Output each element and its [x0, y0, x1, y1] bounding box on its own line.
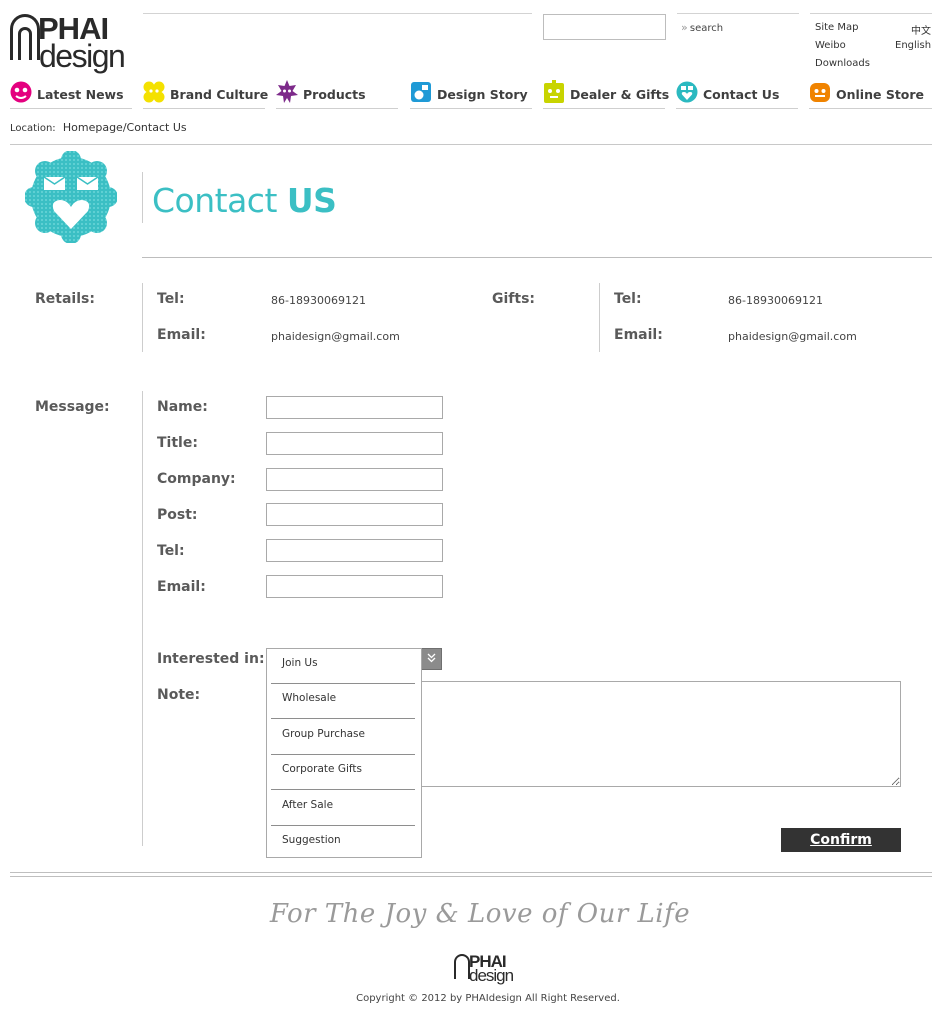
breadcrumb-label: Location: — [10, 123, 56, 134]
footer-slogan: For The Joy & Love of Our Life — [269, 899, 691, 929]
footer-logo[interactable]: PHAI design — [454, 953, 518, 988]
retails-tel-value: 86-18930069121 — [271, 294, 366, 307]
retails-label: Retails: — [35, 291, 95, 307]
message-divider — [142, 391, 143, 846]
downloads-link[interactable]: Downloads — [815, 58, 870, 69]
message-label: Message: — [35, 399, 110, 415]
email-label: Email: — [157, 579, 206, 595]
nav-label: Dealer & Gifts — [570, 87, 670, 102]
dropdown-option-group-purchase[interactable]: Group Purchase — [271, 720, 415, 755]
gifts-divider — [599, 283, 600, 352]
header-divider — [677, 13, 799, 14]
page-title: Contact US — [152, 181, 337, 220]
gifts-tel-value: 86-18930069121 — [728, 294, 823, 307]
nav-label: Latest News — [37, 87, 124, 102]
nav-design-story[interactable]: Design Story — [410, 80, 532, 109]
contact-badge-icon — [24, 150, 118, 244]
nav-brand-culture[interactable]: Brand Culture — [143, 80, 269, 109]
retails-email-value[interactable]: phaidesign@gmail.com — [271, 330, 400, 343]
weibo-link[interactable]: Weibo — [815, 40, 846, 51]
nav-online-store[interactable]: Online Store — [809, 80, 932, 109]
tel-label: Tel: — [157, 543, 185, 559]
company-label: Company: — [157, 471, 236, 487]
english-language-link[interactable]: English — [895, 40, 931, 51]
blue-square-icon — [410, 80, 432, 104]
interested-in-dropdown-list[interactable]: Join Us Wholesale Group Purchase Corpora… — [266, 648, 422, 858]
nav-label: Design Story — [437, 87, 528, 102]
nav-products[interactable]: Products — [276, 80, 398, 109]
confirm-button[interactable]: Confirm — [781, 828, 901, 852]
gifts-tel-label: Tel: — [614, 291, 642, 307]
gifts-email-label: Email: — [614, 327, 663, 343]
search-button[interactable]: » search — [681, 21, 723, 34]
dropdown-option-join-us[interactable]: Join Us — [271, 649, 415, 684]
nav-label: Online Store — [836, 87, 925, 102]
footer-logo-text-bottom: design — [469, 966, 514, 985]
double-chevron-icon: » — [681, 21, 688, 34]
lime-gift-icon — [543, 80, 565, 104]
retails-tel-label: Tel: — [157, 291, 185, 307]
note-textarea[interactable] — [421, 681, 901, 787]
site-map-link[interactable]: Site Map — [815, 22, 858, 33]
copyright-text: Copyright © 2012 by PHAIdesign All Right… — [356, 993, 620, 1004]
dropdown-option-suggestion[interactable]: Suggestion — [271, 826, 415, 861]
retails-divider — [142, 283, 143, 352]
nav-latest-news[interactable]: Latest News — [10, 80, 132, 109]
pink-face-icon — [10, 80, 32, 104]
footer-logo-arch-mark — [454, 954, 470, 979]
logo-text-bottom: design — [39, 38, 126, 74]
dropdown-option-corporate-gifts[interactable]: Corporate Gifts — [271, 755, 415, 790]
note-label: Note: — [157, 687, 201, 703]
purple-star-icon — [276, 80, 298, 104]
interested-in-dropdown-toggle[interactable] — [421, 648, 442, 670]
email-field[interactable] — [266, 575, 443, 598]
retails-email-label: Email: — [157, 327, 206, 343]
footer-divider — [10, 876, 932, 877]
gifts-email-value[interactable]: phaidesign@gmail.com — [728, 330, 857, 343]
interested-in-label: Interested in: — [157, 651, 265, 667]
footer-divider — [10, 872, 932, 873]
nav-label: Brand Culture — [170, 87, 269, 102]
nav-label: Contact Us — [703, 87, 780, 102]
yellow-flower-icon — [143, 80, 165, 104]
breadcrumb-divider — [10, 144, 932, 145]
nav-contact-us[interactable]: Contact Us — [676, 80, 798, 109]
breadcrumb-path[interactable]: Homepage/Contact Us — [63, 121, 187, 134]
orange-cart-icon — [809, 80, 831, 104]
dropdown-option-after-sale[interactable]: After Sale — [271, 791, 415, 826]
breadcrumb: Location: Homepage/Contact Us — [10, 121, 187, 134]
tel-field[interactable] — [266, 539, 443, 562]
teal-heart-icon — [676, 80, 698, 104]
page-title-light: Contact — [152, 181, 287, 220]
post-field[interactable] — [266, 503, 443, 526]
dropdown-option-wholesale[interactable]: Wholesale — [271, 684, 415, 719]
search-label: search — [689, 23, 724, 34]
nav-dealer-gifts[interactable]: Dealer & Gifts — [543, 80, 669, 109]
title-divider — [142, 172, 143, 223]
gifts-label: Gifts: — [492, 291, 536, 307]
search-input[interactable] — [543, 14, 666, 40]
header-divider — [143, 13, 532, 14]
page-title-bold: US — [286, 181, 337, 220]
name-field[interactable] — [266, 396, 443, 419]
name-label: Name: — [157, 399, 208, 415]
site-logo[interactable]: PHAI design — [10, 13, 135, 77]
company-field[interactable] — [266, 468, 443, 491]
title-field[interactable] — [266, 432, 443, 455]
chinese-language-link[interactable]: 中文 — [911, 22, 931, 37]
title-underline — [142, 257, 932, 258]
post-label: Post: — [157, 507, 198, 523]
header-divider — [810, 13, 932, 14]
nav-label: Products — [303, 87, 366, 102]
double-chevron-down-icon — [427, 653, 436, 663]
title-label: Title: — [157, 435, 198, 451]
logo-inner-arch-mark — [18, 27, 32, 60]
